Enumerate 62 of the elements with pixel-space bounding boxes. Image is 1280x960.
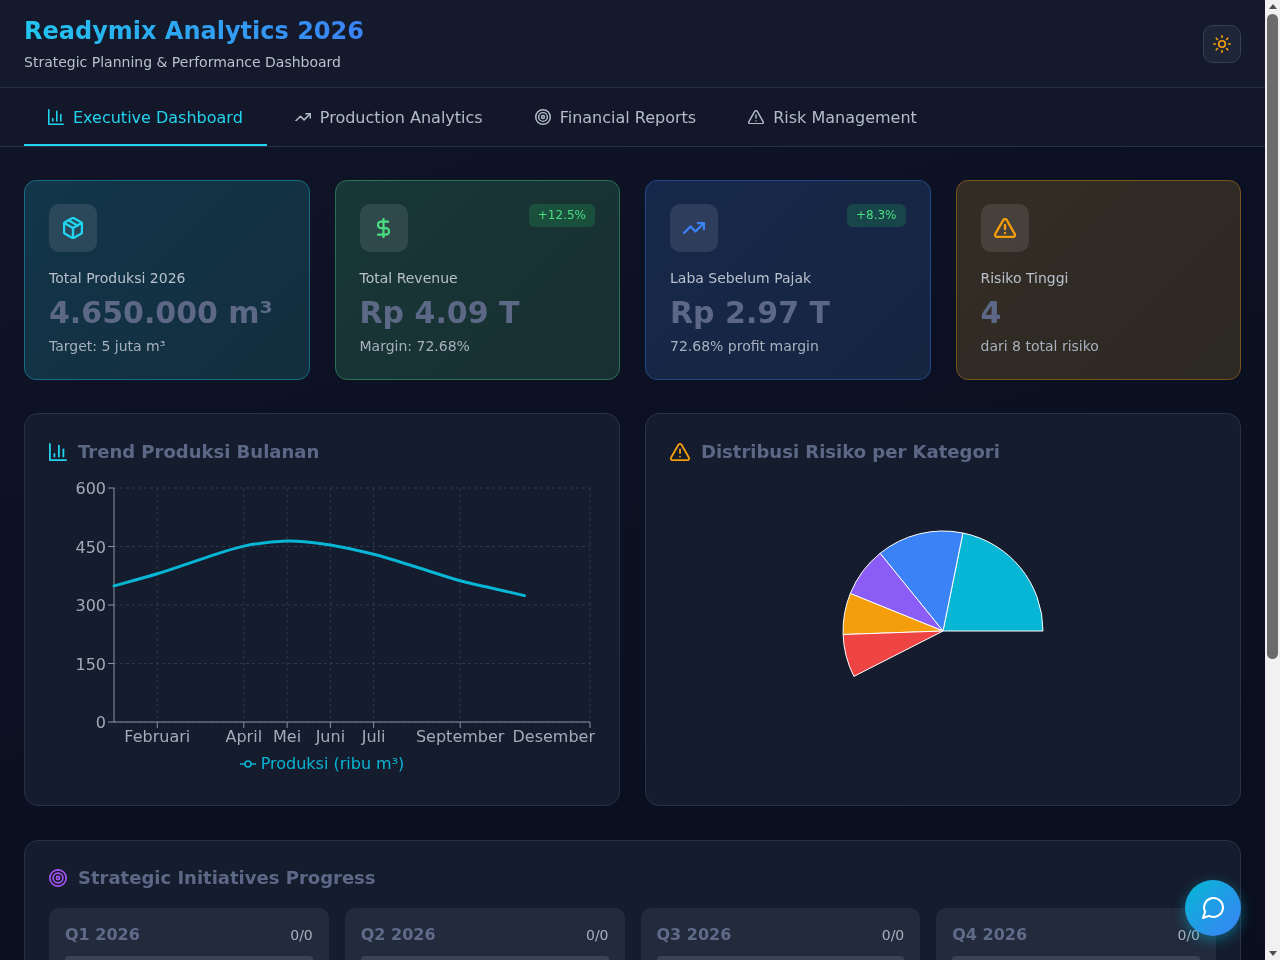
quarter-count: 0/0: [290, 926, 313, 944]
kpi-note: 72.68% profit margin: [670, 337, 819, 355]
kpi-note: Target: 5 juta m³: [49, 337, 166, 355]
nav-tab[interactable]: Risk Management: [724, 88, 941, 146]
kpi-note: dari 8 total risiko: [980, 337, 1099, 355]
axis-tick-label: Februari: [124, 727, 191, 746]
nav-tab[interactable]: Production Analytics: [270, 88, 507, 146]
kpi-value: Rp 2.97 T: [670, 295, 830, 331]
warning-icon: [980, 204, 1029, 252]
axis-tick-label: Mei: [273, 727, 302, 746]
kpi-value: 4.650.000 m³: [49, 295, 273, 331]
panel-title: Trend Produksi Bulanan: [78, 440, 320, 464]
kpi-label: Total Produksi 2026: [49, 269, 186, 287]
bar-chart-icon: [48, 109, 64, 125]
axis-tick-label: 0: [95, 713, 106, 732]
target-icon: [534, 109, 551, 125]
kpi-label: Total Revenue: [359, 269, 458, 287]
scrollbar-thumb[interactable]: [1267, 14, 1278, 659]
target-icon: [49, 869, 67, 887]
quarter-count: 0/0: [585, 926, 609, 944]
kpi-label: Risiko Tinggi: [980, 269, 1069, 287]
axis-tick-label: 600: [75, 479, 106, 498]
quarter-label: Q1 2026: [65, 924, 140, 946]
panel-title: Distribusi Risiko per Kategori: [701, 440, 1000, 464]
axis-tick-label: Juni: [315, 727, 346, 746]
quarter-count: 0/0: [881, 926, 905, 944]
chat-bubble-icon: [1202, 897, 1224, 919]
axis-tick-label: 450: [75, 537, 106, 557]
change-badge: +12.5%: [528, 204, 595, 227]
change-badge: +8.3%: [846, 204, 906, 227]
quarter-label: Q2 2026: [360, 924, 436, 946]
legend-line-icon: [239, 760, 256, 768]
axis-tick-label: 300: [75, 596, 106, 615]
scrollbar[interactable]: [1265, 0, 1280, 960]
sun-icon: [1213, 34, 1231, 53]
nav-tab[interactable]: Financial Reports: [510, 88, 721, 146]
warning-icon: [748, 109, 765, 125]
dollar-icon: [359, 204, 408, 252]
axis-tick-label: April: [225, 727, 263, 746]
kpi-value: 4: [980, 295, 1002, 331]
axis-tick-label: Desember: [512, 727, 595, 746]
trend-up-icon: [670, 204, 718, 252]
caret-down-icon[interactable]: [1268, 951, 1277, 956]
panel-title: Strategic Initiatives Progress: [78, 866, 376, 890]
axis-tick-label: Juli: [361, 727, 386, 746]
bar-chart-icon: [49, 443, 67, 461]
kpi-note: Margin: 72.68%: [359, 337, 470, 355]
quarter-count: 0/0: [1177, 926, 1200, 944]
caret-up-icon[interactable]: [1268, 4, 1277, 9]
cube-icon: [49, 204, 97, 252]
axis-tick-label: 150: [75, 654, 106, 674]
legend-label: Produksi (ribu m³): [260, 754, 405, 774]
theme-toggle-button[interactable]: [1203, 24, 1241, 63]
quarter-label: Q3 2026: [656, 924, 732, 946]
warning-icon: [670, 442, 690, 462]
kpi-label: Laba Sebelum Pajak: [670, 269, 812, 287]
kpi-value: Rp 4.09 T: [359, 295, 520, 331]
axis-tick-label: September: [415, 727, 505, 746]
app-subtitle: Strategic Planning & Performance Dashboard: [24, 53, 341, 71]
quarter-label: Q4 2026: [952, 924, 1028, 946]
trend-up-icon: [294, 112, 311, 122]
nav-tab[interactable]: Executive Dashboard: [24, 88, 267, 146]
